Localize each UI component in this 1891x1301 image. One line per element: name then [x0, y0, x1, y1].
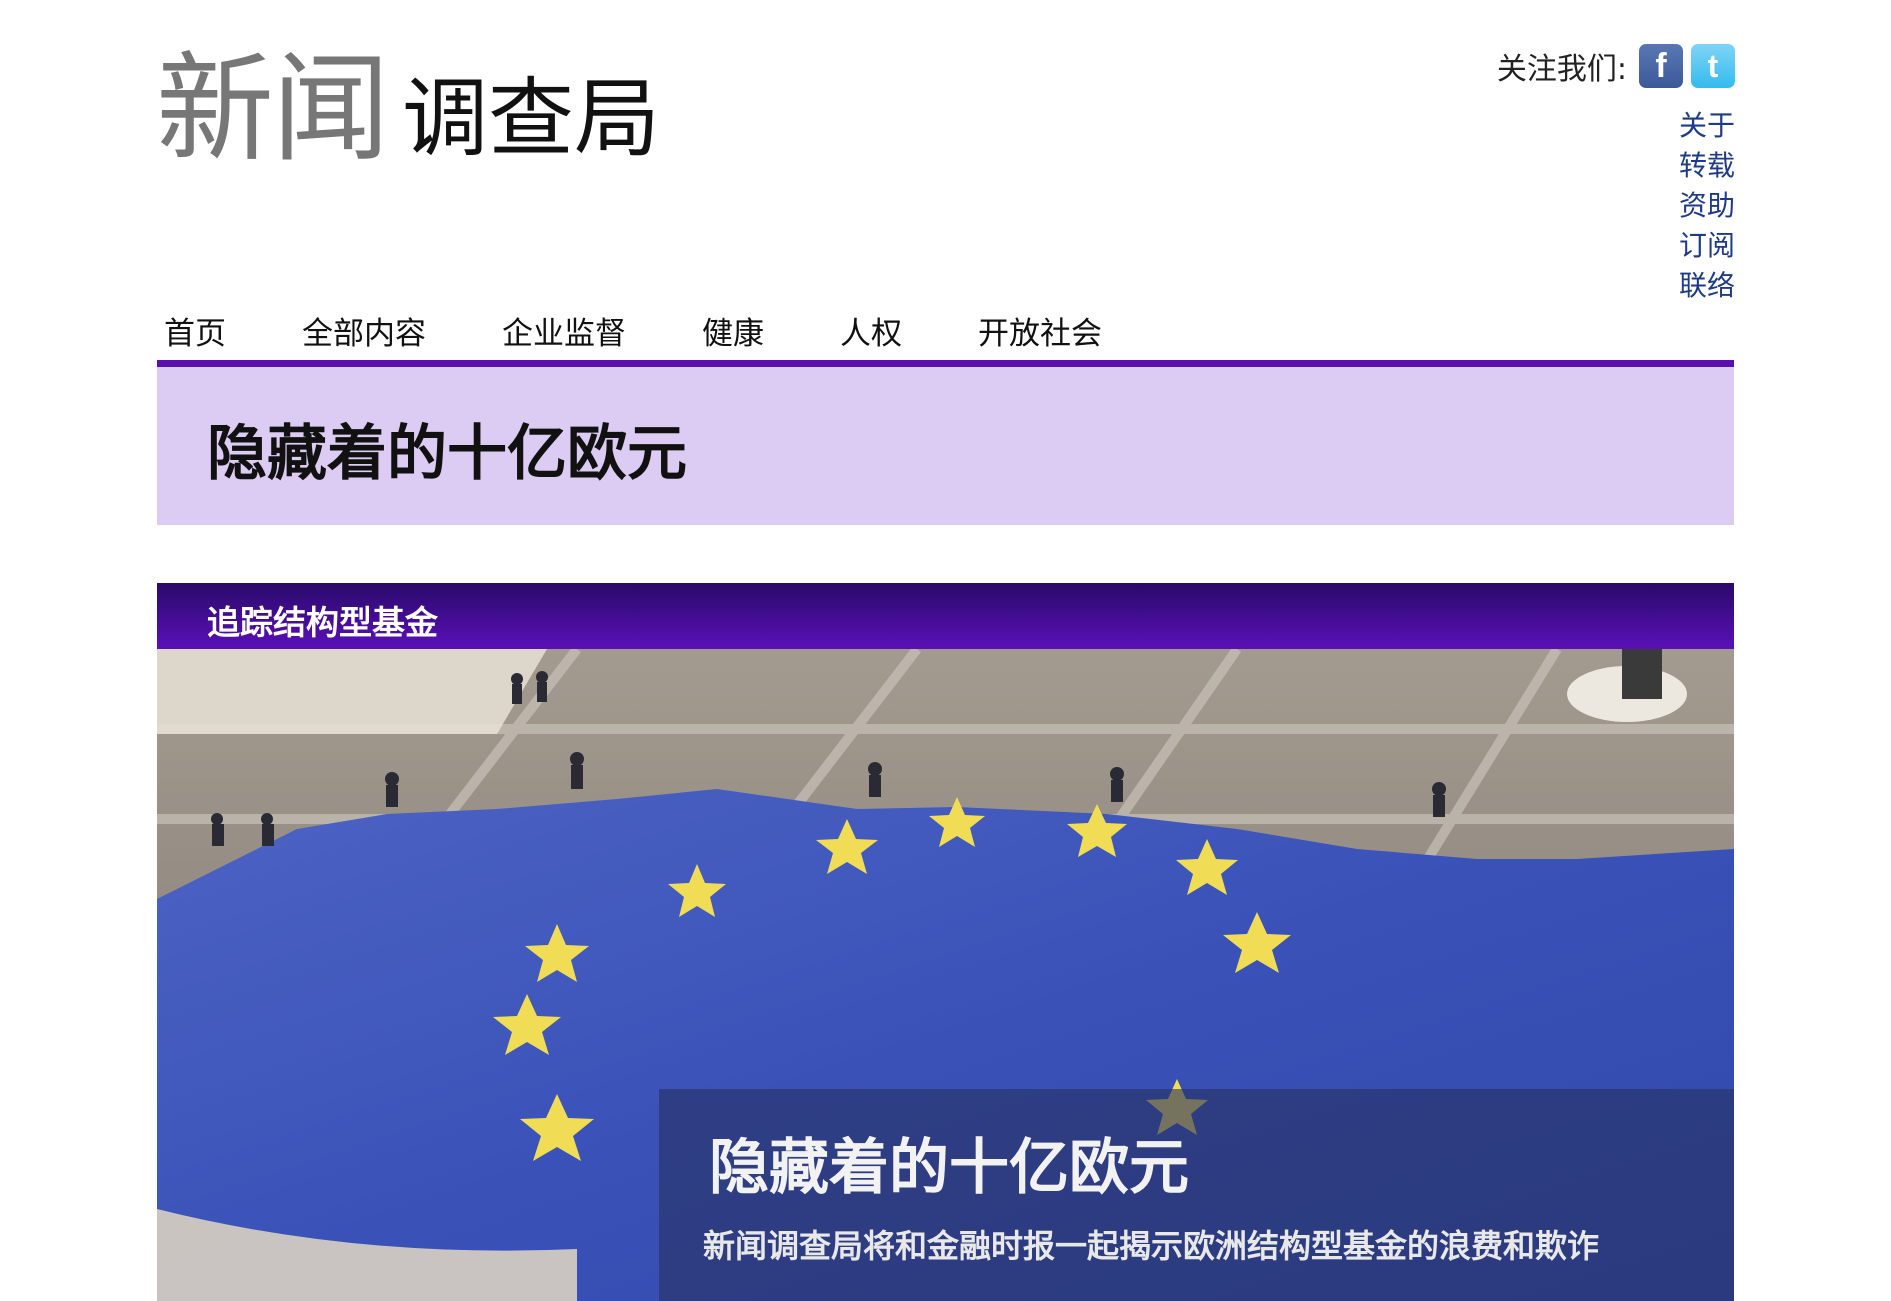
section-header: 追踪结构型基金: [157, 583, 1734, 649]
feature-title[interactable]: 隐藏着的十亿欧元: [709, 1119, 1189, 1206]
nav-home[interactable]: 首页: [164, 308, 226, 353]
nav-corporate-watch[interactable]: 企业监督: [502, 308, 626, 353]
util-link-republish[interactable]: 转载: [1679, 146, 1735, 186]
nav-health[interactable]: 健康: [702, 308, 764, 353]
util-link-subscribe[interactable]: 订阅: [1679, 226, 1735, 266]
utility-links: 关于 转载 资助 订阅 联络: [1679, 106, 1735, 306]
page-title: 隐藏着的十亿欧元: [207, 419, 687, 489]
nav-divider: [157, 360, 1734, 367]
site-logo[interactable]: 新闻 调查局: [156, 18, 660, 168]
main-nav: 首页 全部内容 企业监督 健康 人权 开放社会: [156, 308, 1168, 353]
logo-part-bureau: 调查局: [402, 69, 661, 169]
facebook-icon[interactable]: f: [1639, 44, 1683, 88]
nav-human-rights[interactable]: 人权: [840, 308, 902, 353]
nav-open-society[interactable]: 开放社会: [978, 308, 1102, 353]
feature-subtitle: 新闻调查局将和金融时报一起揭示欧洲结构型基金的浪费和欺诈: [703, 1227, 1600, 1265]
nav-all-content[interactable]: 全部内容: [302, 308, 426, 353]
util-link-about[interactable]: 关于: [1679, 106, 1735, 146]
section-title: 追踪结构型基金: [207, 603, 438, 642]
hero-banner: 隐藏着的十亿欧元: [157, 367, 1734, 525]
follow-label: 关注我们:: [1496, 52, 1627, 87]
twitter-icon[interactable]: t: [1691, 44, 1735, 88]
util-link-contact[interactable]: 联络: [1679, 266, 1735, 306]
follow-us: 关注我们: f t: [1497, 44, 1735, 88]
util-link-donate[interactable]: 资助: [1679, 186, 1735, 226]
logo-part-news: 新闻: [156, 40, 390, 178]
feature-caption[interactable]: 隐藏着的十亿欧元 新闻调查局将和金融时报一起揭示欧洲结构型基金的浪费和欺诈: [659, 1089, 1734, 1301]
feature-story[interactable]: 隐藏着的十亿欧元 新闻调查局将和金融时报一起揭示欧洲结构型基金的浪费和欺诈: [157, 649, 1734, 1301]
